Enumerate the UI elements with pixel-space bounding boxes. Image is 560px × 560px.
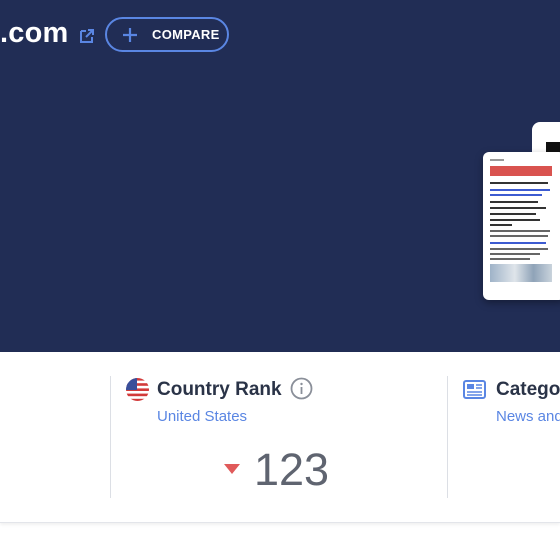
- preview-text-line: [490, 159, 504, 161]
- divider: [447, 376, 448, 498]
- us-flag-icon: [126, 378, 149, 401]
- preview-text-line: [490, 224, 512, 226]
- preview-text-line: [490, 253, 540, 255]
- site-domain: .com: [0, 17, 69, 49]
- hero-banner: .com COMPARE: [0, 0, 560, 352]
- preview-text-line: [490, 219, 540, 221]
- country-rank-value: 123: [254, 444, 330, 495]
- preview-text-line: [490, 201, 538, 203]
- triangle-down-icon: [224, 464, 240, 474]
- preview-image: [490, 264, 552, 282]
- preview-text-line: [490, 235, 548, 237]
- stats-strip: Country Rank United States 123 Catego Ne…: [0, 352, 560, 523]
- category-name-link[interactable]: News and: [496, 408, 560, 425]
- preview-text-line: [490, 230, 550, 232]
- preview-text-line: [490, 189, 550, 191]
- divider: [110, 376, 111, 498]
- preview-text-line: [490, 194, 542, 196]
- external-link-icon[interactable]: [78, 27, 96, 45]
- preview-text-line: [490, 182, 548, 184]
- info-icon[interactable]: [290, 377, 313, 400]
- preview-text-line: [490, 207, 546, 209]
- news-icon: [463, 380, 486, 399]
- country-rank-title: Country Rank: [157, 379, 282, 400]
- website-preview-thumbnail: [483, 152, 560, 300]
- preview-banner: [490, 166, 552, 176]
- category-rank-title: Catego: [496, 379, 560, 400]
- plus-icon: [123, 27, 137, 42]
- compare-button[interactable]: COMPARE: [105, 17, 229, 52]
- preview-text-line: [490, 242, 546, 244]
- country-name-link[interactable]: United States: [157, 408, 247, 425]
- compare-label: COMPARE: [152, 27, 220, 42]
- preview-text-line: [490, 248, 548, 250]
- preview-text-line: [490, 258, 530, 260]
- preview-text-line: [490, 213, 536, 215]
